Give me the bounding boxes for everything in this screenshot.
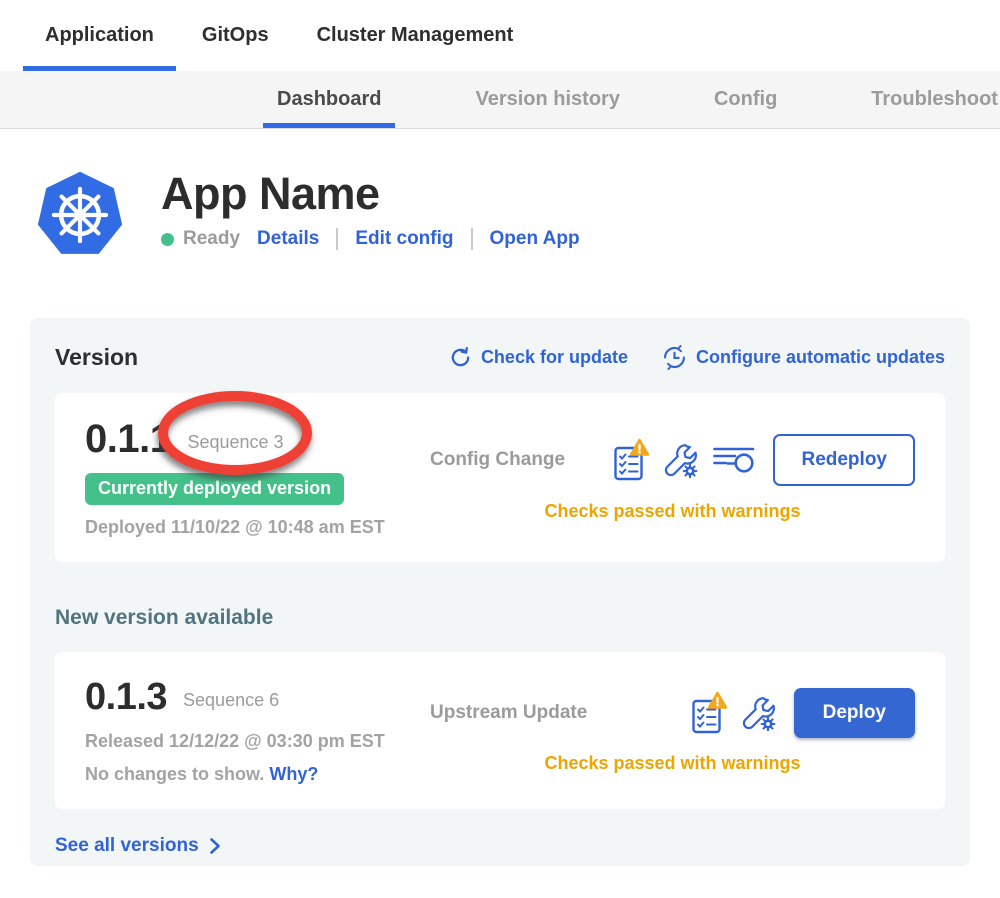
- current-checks-status: Checks passed with warnings: [430, 501, 915, 522]
- new-version-card: 0.1.3 Sequence 6 Released 12/12/22 @ 03:…: [55, 652, 945, 809]
- deployed-timestamp: Deployed 11/10/22 @ 10:48 am EST: [85, 517, 430, 538]
- configure-updates-label: Configure automatic updates: [696, 347, 945, 368]
- tab-cluster-management[interactable]: Cluster Management: [295, 0, 536, 71]
- new-version-number: 0.1.3: [85, 676, 167, 719]
- redeploy-button[interactable]: Redeploy: [773, 434, 915, 486]
- status-text: Ready: [183, 228, 240, 250]
- open-app-link[interactable]: Open App: [490, 228, 580, 250]
- tab-application[interactable]: Application: [23, 0, 176, 71]
- version-section: Version Check for update: [30, 318, 970, 866]
- edit-config-link[interactable]: Edit config: [355, 228, 453, 250]
- deploy-button[interactable]: Deploy: [794, 688, 915, 738]
- configure-updates-link[interactable]: Configure automatic updates: [662, 345, 945, 370]
- check-for-update-link[interactable]: Check for update: [449, 345, 628, 370]
- divider: [336, 228, 338, 250]
- primary-nav: Application GitOps Cluster Management: [0, 0, 1000, 71]
- why-link[interactable]: Why?: [269, 764, 318, 784]
- divider: [471, 228, 473, 250]
- new-source-label: Upstream Update: [430, 702, 587, 724]
- new-checks-status: Checks passed with warnings: [430, 753, 915, 774]
- version-heading: Version: [55, 344, 138, 371]
- scheduled-updates-icon: [662, 345, 687, 370]
- status-row: Ready Details Edit config Open App: [161, 228, 580, 250]
- app-header: App Name Ready Details Edit config Open …: [35, 169, 1000, 261]
- current-version-card: 0.1.1 Sequence 3 Currently deployed vers…: [55, 393, 945, 562]
- config-values-icon[interactable]: [664, 442, 698, 478]
- tab-troubleshoot[interactable]: Troubleshoot: [857, 71, 1000, 128]
- new-sequence-label: Sequence 6: [183, 684, 279, 711]
- current-version-number: 0.1.1: [85, 417, 171, 462]
- tab-version-history[interactable]: Version history: [461, 71, 634, 128]
- preflight-checks-icon[interactable]: [691, 691, 727, 735]
- current-sequence-label: Sequence 3: [187, 426, 283, 453]
- tab-config[interactable]: Config: [700, 71, 791, 128]
- tab-dashboard[interactable]: Dashboard: [263, 71, 395, 128]
- released-timestamp: Released 12/12/22 @ 03:30 pm EST: [85, 731, 430, 752]
- version-section-header: Version Check for update: [55, 344, 945, 371]
- new-version-heading: New version available: [55, 606, 945, 630]
- page-title: App Name: [161, 171, 580, 216]
- check-for-update-label: Check for update: [481, 347, 628, 368]
- preflight-checks-icon[interactable]: [613, 438, 649, 482]
- see-all-versions-link[interactable]: See all versions: [55, 835, 221, 857]
- deployed-badge: Currently deployed version: [85, 473, 344, 505]
- chevron-right-icon: [209, 837, 221, 855]
- details-link[interactable]: Details: [257, 228, 319, 250]
- app-nav: Dashboard Version history Config Trouble…: [0, 71, 1000, 129]
- status-dot: [161, 233, 174, 246]
- kubernetes-logo: [35, 169, 125, 261]
- no-changes-text: No changes to show.: [85, 764, 264, 784]
- refresh-icon: [449, 346, 472, 369]
- tab-gitops[interactable]: GitOps: [180, 0, 291, 71]
- current-source-label: Config Change: [430, 449, 565, 471]
- view-files-icon[interactable]: [713, 446, 755, 474]
- config-values-icon[interactable]: [742, 695, 776, 731]
- see-all-versions-label: See all versions: [55, 835, 199, 857]
